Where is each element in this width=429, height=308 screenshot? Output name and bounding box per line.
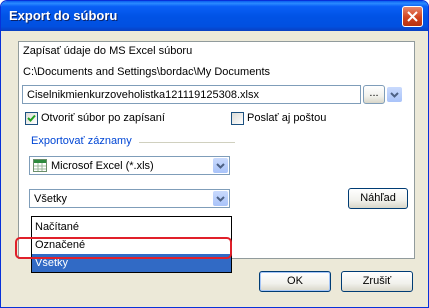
title-bar[interactable]: Export do súboru xyxy=(1,1,428,31)
filename-value: Ciselnikmienkurzoveholistka121119125308.… xyxy=(27,89,259,101)
records-dropdown-arrow[interactable] xyxy=(213,191,228,206)
chevron-down-icon xyxy=(216,196,225,202)
preview-label: Náhľad xyxy=(360,192,396,204)
preview-button[interactable]: Náhľad xyxy=(348,188,408,209)
ok-button[interactable]: OK xyxy=(259,271,331,292)
excel-icon xyxy=(33,159,47,172)
format-combo[interactable]: Microsof Excel (*.xls) xyxy=(29,156,230,175)
checkmark-icon xyxy=(27,114,36,122)
dialog-body: Zapísať údaje do MS Excel súboru C:\Docu… xyxy=(4,31,425,304)
filename-dropdown-arrow[interactable] xyxy=(387,87,402,102)
records-combo[interactable]: Všetky xyxy=(29,189,230,208)
format-dropdown-arrow[interactable] xyxy=(213,158,228,173)
chevron-down-icon xyxy=(390,92,399,98)
cancel-button[interactable]: Zrušiť xyxy=(341,271,413,292)
close-button[interactable] xyxy=(402,6,423,27)
open-after-save-label[interactable]: Otvoriť súbor po zapísaní xyxy=(41,112,165,124)
export-panel: Zapísať údaje do MS Excel súboru C:\Docu… xyxy=(18,41,415,273)
cancel-label: Zrušiť xyxy=(362,275,392,287)
browse-button[interactable]: ... xyxy=(363,85,385,104)
filename-combo[interactable]: Ciselnikmienkurzoveholistka121119125308.… xyxy=(22,85,361,104)
option-nacitane[interactable]: Načítané xyxy=(32,218,231,236)
browse-label: ... xyxy=(369,87,379,99)
path-label: C:\Documents and Settings\bordac\My Docu… xyxy=(23,66,271,78)
send-by-mail-label[interactable]: Poslať aj poštou xyxy=(247,112,326,124)
section-divider xyxy=(139,142,235,143)
close-icon xyxy=(407,11,418,22)
highlight-ring xyxy=(15,237,232,259)
export-records-label: Exportovať záznamy xyxy=(31,135,132,147)
write-to-excel-label: Zapísať údaje do MS Excel súboru xyxy=(23,45,193,57)
ok-label: OK xyxy=(287,275,303,287)
send-by-mail-checkbox[interactable] xyxy=(231,112,244,125)
records-value: Všetky xyxy=(34,193,68,205)
export-dialog: Export do súboru Zapísať údaje do MS Exc… xyxy=(0,0,429,308)
format-value: Microsof Excel (*.xls) xyxy=(51,160,154,172)
open-after-save-checkbox[interactable] xyxy=(25,112,38,125)
window-title: Export do súboru xyxy=(9,8,118,23)
chevron-down-icon xyxy=(216,163,225,169)
